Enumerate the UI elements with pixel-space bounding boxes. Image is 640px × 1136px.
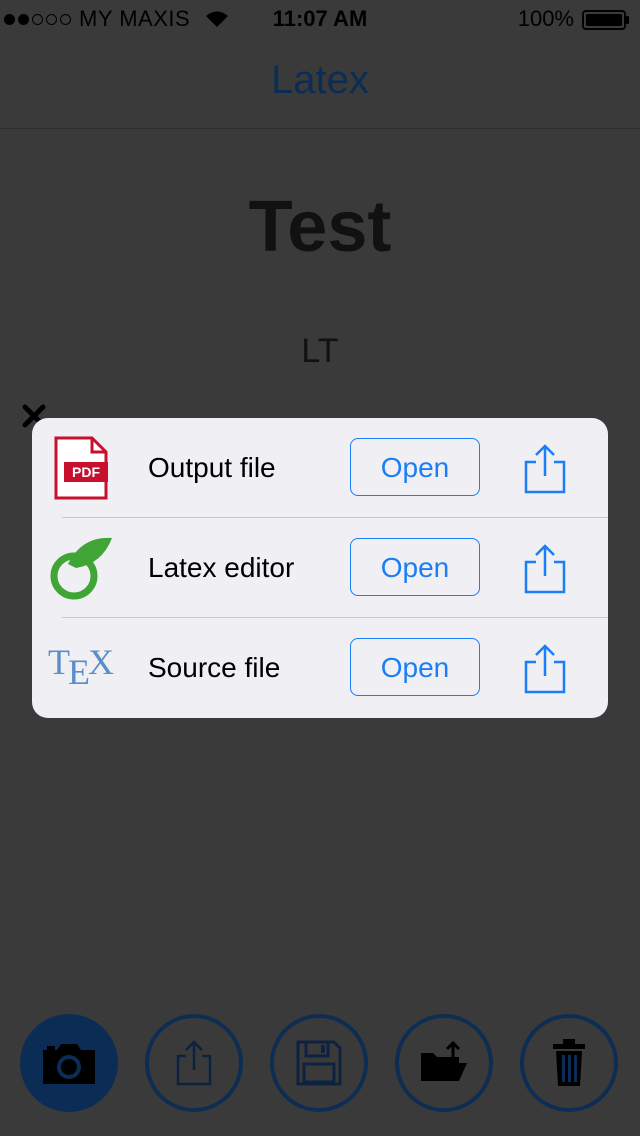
row-latex-editor: Latex editor Open [32,518,608,618]
svg-text:PDF: PDF [72,464,100,480]
open-button[interactable]: Open [350,438,480,496]
file-options-popup: PDF Output file Open Latex editor Open T… [32,418,608,718]
svg-text:X: X [88,642,114,682]
share-icon[interactable] [522,544,568,594]
share-icon[interactable] [522,444,568,494]
pdf-icon: PDF [54,436,108,500]
status-bar: MY MAXIS 11:07 AM 100% [0,0,640,40]
open-button[interactable]: Open [350,538,480,596]
camera-icon [43,1044,95,1084]
svg-text:T: T [48,642,70,682]
share-icon [176,1040,212,1086]
save-button[interactable] [270,1014,368,1112]
open-folder-button[interactable] [395,1014,493,1112]
share-icon[interactable] [522,644,568,694]
tex-icon: T E X [48,642,114,692]
folder-upload-icon [421,1041,467,1081]
row-label: Source file [148,652,281,683]
open-button[interactable]: Open [350,638,480,696]
share-toolbar-button[interactable] [145,1014,243,1112]
delete-button[interactable] [520,1014,618,1112]
nav-title: Latex [271,58,369,102]
navigation-bar: Latex [0,40,640,129]
row-source-file: T E X Source file Open [32,618,608,718]
overleaf-icon [50,537,112,600]
row-label: Output file [148,452,276,483]
battery-percent: 100% [517,6,574,31]
svg-text:E: E [68,652,90,692]
floppy-disk-icon [296,1040,342,1086]
row-label: Latex editor [148,552,295,583]
document-title: Test [248,187,392,267]
row-output-file: PDF Output file Open [32,418,608,518]
camera-button[interactable] [20,1014,118,1112]
battery-icon [582,10,629,30]
bottom-toolbar [0,1014,640,1116]
document-subtitle: LT [301,332,339,370]
trash-icon [553,1039,585,1086]
